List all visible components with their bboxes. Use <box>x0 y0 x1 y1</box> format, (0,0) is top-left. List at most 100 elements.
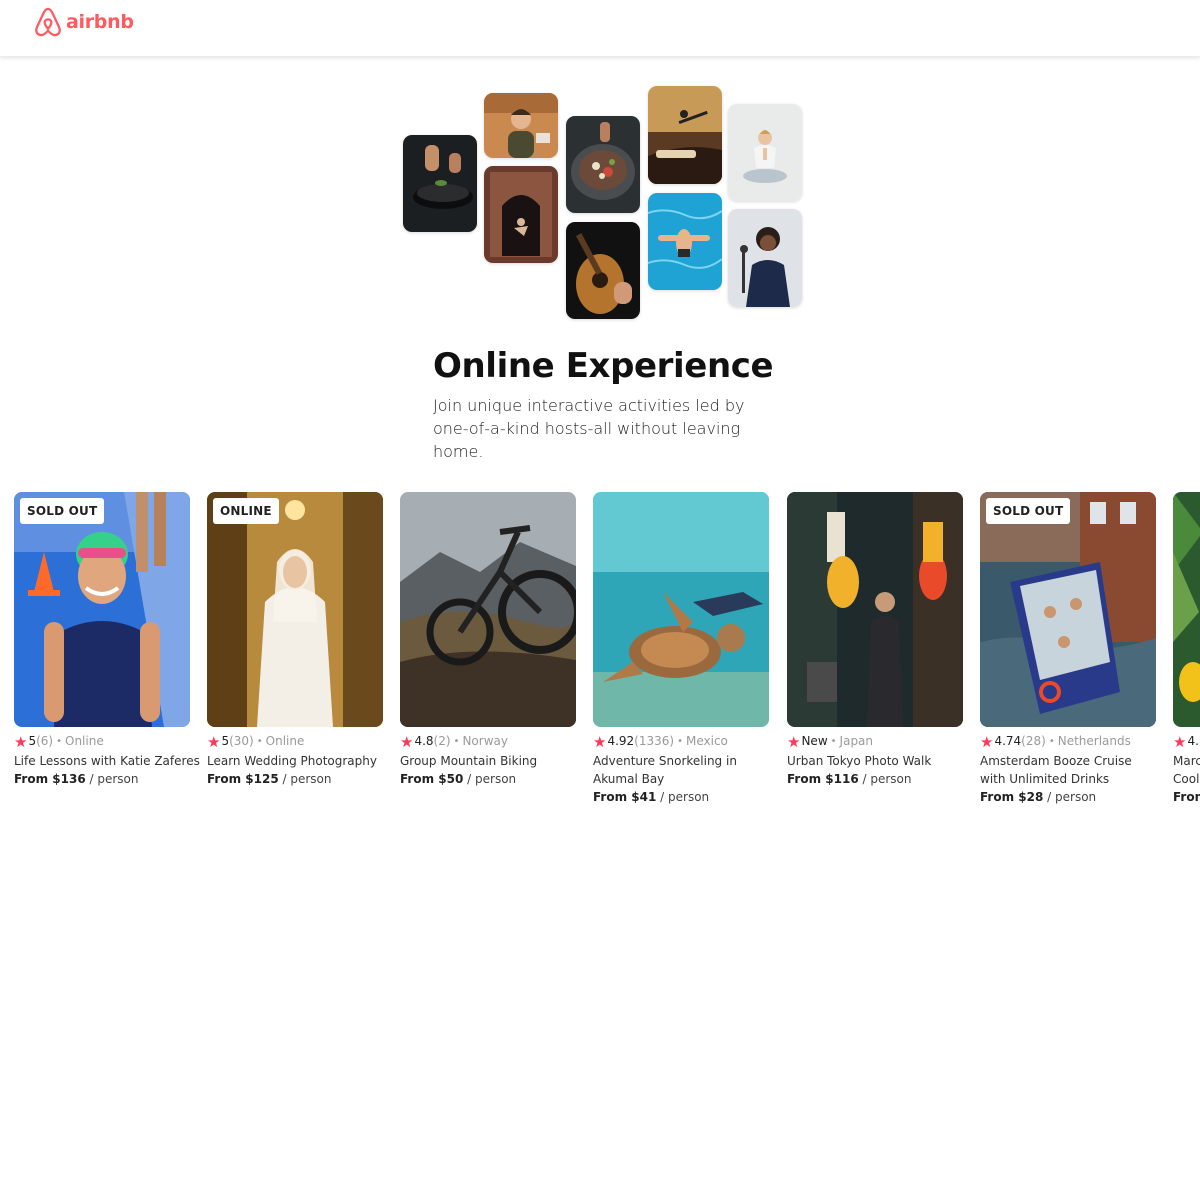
star-icon: ★ <box>980 732 994 751</box>
rating-value: 4.8 <box>414 734 434 748</box>
experience-title[interactable]: Marc <box>1173 752 1200 770</box>
status-badge: ONLINE <box>213 498 279 524</box>
location-label: Japan <box>839 734 874 748</box>
price-value: From $125 <box>207 772 279 786</box>
rating-value: 5 <box>28 734 37 748</box>
card-photo[interactable]: SOLD OUT <box>14 492 190 727</box>
photo-canal-boat <box>980 492 1156 727</box>
photo-food-bowl <box>566 116 640 213</box>
airbnb-belo-icon <box>35 7 61 37</box>
rating-row: ★ New • Japan <box>787 734 963 749</box>
photo-arched-doorway-dancer <box>484 166 558 263</box>
photo-triathlete <box>14 492 190 727</box>
dot-separator: • <box>1048 736 1055 747</box>
dot-separator: • <box>453 736 460 747</box>
photo-singer-concert <box>728 209 802 307</box>
review-count: (6) <box>36 734 54 748</box>
location-label: Online <box>65 734 104 748</box>
price-line: Fron <box>1173 788 1200 806</box>
rating-row: ★ 4.8 (2) • Norway <box>400 734 576 749</box>
photo-yoga-meditation <box>728 104 802 201</box>
star-icon: ★ <box>787 732 801 751</box>
photo-mountain-bike <box>400 492 576 727</box>
per-person-label: / person <box>862 772 912 786</box>
star-icon: ★ <box>593 732 607 751</box>
page-title: Online Experience <box>433 346 774 386</box>
review-count: (1336) <box>634 734 675 748</box>
hero-subtitle: Join unique interactive activities led b… <box>433 396 745 461</box>
location-label: Online <box>265 734 305 748</box>
dot-separator: • <box>256 736 263 747</box>
price-line: From $136 / person <box>14 770 190 788</box>
card-photo[interactable] <box>787 492 963 727</box>
card-photo[interactable] <box>593 492 769 727</box>
experience-title-line2[interactable]: Cool <box>1173 770 1200 788</box>
star-icon: ★ <box>207 732 221 751</box>
per-person-label: / person <box>89 772 139 786</box>
experience-card[interactable]: ★ New • Japan Urban Tokyo Photo Walk Fro… <box>787 492 963 788</box>
rating-row: ★ 5 (6) • Online <box>14 734 190 749</box>
star-icon: ★ <box>1173 732 1187 751</box>
experience-card[interactable]: ★ 4.8 (2) • Norway Group Mountain Biking… <box>400 492 576 788</box>
experience-card[interactable]: ★ 4. Marc Cool Fron <box>1173 492 1200 806</box>
rating-row: ★ 5 (30) • Online <box>207 734 383 749</box>
price-line: From $125 / person <box>207 770 383 788</box>
price-line: From $41 / person <box>593 788 769 806</box>
rating-row: ★ 4. <box>1173 734 1200 749</box>
location-label: Netherlands <box>1057 734 1131 748</box>
per-person-label: / person <box>1047 790 1097 804</box>
experience-card[interactable]: ★ 4.92 (1336) • Mexico Adventure Snorkel… <box>593 492 769 806</box>
photo-bride <box>207 492 383 727</box>
per-person-label: / person <box>467 772 517 786</box>
per-person-label: / person <box>282 772 332 786</box>
photo-microphone-performer <box>648 86 722 184</box>
experience-title[interactable]: Urban Tokyo Photo Walk <box>787 752 963 770</box>
experience-card[interactable]: SOLD OUT ★ 4.74 (28) • Netherlands Amste… <box>980 492 1156 806</box>
experience-card[interactable]: SOLD OUT ★ 5 (6) • Online Life Lessons w… <box>14 492 200 788</box>
review-count: (30) <box>229 734 254 748</box>
price-line: From $28 / person <box>980 788 1156 806</box>
top-navbar: airbnb <box>0 0 1200 57</box>
photo-snorkeling-turtle <box>593 492 769 727</box>
rating-value: 5 <box>221 734 230 748</box>
rating-value: New <box>801 734 828 748</box>
photo-tropical-palms <box>1173 492 1200 727</box>
status-badge: SOLD OUT <box>20 498 105 524</box>
airbnb-logo[interactable]: airbnb <box>34 6 134 38</box>
review-count: (2) <box>433 734 451 748</box>
photo-woman-portrait <box>484 93 558 158</box>
experience-title[interactable]: Learn Wedding Photography <box>207 752 383 770</box>
location-label: Mexico <box>685 734 728 748</box>
price-value: From $136 <box>14 772 86 786</box>
location-label: Norway <box>462 734 508 748</box>
rating-value: 4.92 <box>607 734 635 748</box>
price-value: From $41 <box>593 790 657 804</box>
card-photo[interactable] <box>400 492 576 727</box>
price-value: From $116 <box>787 772 859 786</box>
card-photo[interactable] <box>1173 492 1200 727</box>
photo-cooking-pan <box>403 135 477 232</box>
photo-tokyo-alley <box>787 492 963 727</box>
experience-title[interactable]: Life Lessons with Katie Zaferes <box>14 752 200 770</box>
experience-card[interactable]: ONLINE ★ 5 (30) • Online Learn Wedding P… <box>207 492 383 788</box>
price-value: Fron <box>1173 790 1200 804</box>
experience-title[interactable]: Amsterdam Booze Cruise with Unlimited Dr… <box>980 752 1148 788</box>
rating-value: 4. <box>1187 734 1199 748</box>
review-count: (28) <box>1021 734 1046 748</box>
photo-swimmer-pool <box>648 193 722 290</box>
rating-row: ★ 4.74 (28) • Netherlands <box>980 734 1156 749</box>
price-value: From $28 <box>980 790 1044 804</box>
dot-separator: • <box>830 736 837 747</box>
star-icon: ★ <box>400 732 414 751</box>
status-badge: SOLD OUT <box>986 498 1071 524</box>
price-line: From $116 / person <box>787 770 963 788</box>
card-photo[interactable]: SOLD OUT <box>980 492 1156 727</box>
per-person-label: / person <box>660 790 710 804</box>
experience-title[interactable]: Group Mountain Biking <box>400 752 576 770</box>
dot-separator: • <box>56 736 62 747</box>
card-photo[interactable]: ONLINE <box>207 492 383 727</box>
experience-title[interactable]: Adventure Snorkeling in Akumal Bay <box>593 752 761 788</box>
rating-row: ★ 4.92 (1336) • Mexico <box>593 734 769 749</box>
brand-wordmark: airbnb <box>66 11 134 33</box>
price-value: From $50 <box>400 772 464 786</box>
